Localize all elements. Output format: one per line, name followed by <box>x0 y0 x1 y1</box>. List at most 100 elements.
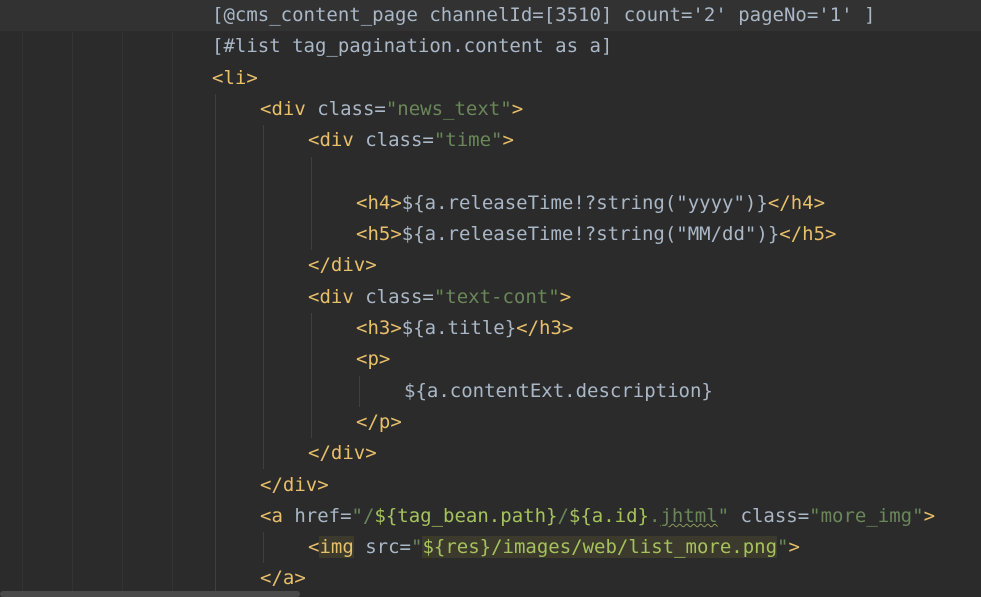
code-token: / <box>557 504 569 527</box>
code-token: <li> <box>212 66 258 89</box>
code-token: class= <box>740 504 810 527</box>
code-token: "/ <box>351 504 375 527</box>
code-line-content: </div> <box>212 474 329 496</box>
code-line-content <box>212 161 356 183</box>
code-line[interactable]: <img src="${res}/images/web/list_more.pn… <box>212 532 800 563</box>
code-line-content: </div> <box>212 254 377 276</box>
code-line-content: <div class="news_text"> <box>212 98 523 120</box>
code-line[interactable]: </p> <box>212 407 402 438</box>
code-line-content: <a href="/${tag_bean.path}/${a.id}.jhtml… <box>212 505 935 527</box>
code-token: src= <box>353 536 411 559</box>
indent-guide <box>263 125 264 470</box>
code-line-content: </p> <box>212 411 402 433</box>
code-line-content: <li> <box>212 67 258 89</box>
code-line-content: <div class="time"> <box>212 129 514 151</box>
code-token: "time" <box>433 129 503 152</box>
code-token: "more_img" <box>809 504 924 527</box>
code-editor[interactable]: [@cms_content_page channelId=[3510] coun… <box>0 0 981 597</box>
code-token: <h5> <box>356 223 402 246</box>
code-line[interactable]: <h5>${a.releaseTime!?string("MM/dd")}</h… <box>212 219 836 250</box>
code-token: </h5> <box>779 223 837 246</box>
code-line[interactable]: <div class="time"> <box>212 125 514 156</box>
code-line[interactable]: <h4>${a.releaseTime!?string("yyyy")}</h4… <box>212 188 825 219</box>
horizontal-scrollbar[interactable] <box>0 591 300 597</box>
code-line-content: <h4>${a.releaseTime!?string("yyyy")}</h4… <box>212 192 825 214</box>
indent-guide <box>359 375 360 407</box>
code-token: class= <box>365 129 434 152</box>
code-line-content: </a> <box>212 567 306 589</box>
code-token: " <box>777 536 789 559</box>
code-line-content: [@cms_content_page channelId=[3510] coun… <box>212 4 875 26</box>
code-token: <h4> <box>356 191 402 214</box>
code-line-content: </div> <box>212 442 377 464</box>
code-token: </div> <box>308 254 377 277</box>
gutter-guide-line <box>72 0 73 597</box>
code-token: </p> <box>356 410 402 433</box>
code-token: </div> <box>308 442 377 465</box>
code-line[interactable]: </div> <box>212 470 329 501</box>
code-token: " <box>410 536 423 559</box>
code-line-content: <div class="text-cont"> <box>212 286 571 308</box>
code-token: . <box>648 504 661 527</box>
code-token: ${a.contentExt.description} <box>404 379 713 402</box>
code-token: > <box>511 97 524 120</box>
code-token: < <box>308 536 320 559</box>
code-token: ${a.releaseTime!?string("MM/dd")} <box>401 223 780 246</box>
code-line[interactable]: <p> <box>212 344 390 375</box>
code-line[interactable] <box>212 157 356 188</box>
code-line[interactable]: <h3>${a.title}</h3> <box>212 313 573 344</box>
code-token: > <box>923 504 936 527</box>
code-line[interactable]: </a> <box>212 563 306 594</box>
indent-guide <box>263 532 264 564</box>
code-token: ${a.id} <box>568 504 649 527</box>
code-token: class= <box>365 285 434 308</box>
code-token: ${tag_bean.path} <box>374 504 558 527</box>
code-token: href= <box>294 504 352 527</box>
indent-guide <box>311 156 312 251</box>
code-line[interactable]: [@cms_content_page channelId=[3510] coun… <box>0 0 981 31</box>
code-token: <p> <box>356 348 391 371</box>
code-line[interactable]: <div class="news_text"> <box>212 94 523 125</box>
code-line[interactable]: </div> <box>212 438 377 469</box>
code-token: > <box>788 536 800 559</box>
code-token: jhtml <box>660 504 718 527</box>
gutter-guide-line <box>22 0 23 597</box>
code-line-content: <img src="${res}/images/web/list_more.pn… <box>212 536 800 559</box>
code-line-content: [#list tag_pagination.content as a] <box>212 35 612 57</box>
code-token: "text-cont" <box>433 285 560 308</box>
code-token: ${a.releaseTime!?string("yyyy")} <box>401 191 768 214</box>
code-token: <h3> <box>356 317 402 339</box>
code-line-content: <p> <box>212 348 390 370</box>
code-line-content: ${a.contentExt.description} <box>212 380 713 402</box>
gutter-guide-line <box>172 0 173 597</box>
code-token: </h3> <box>516 317 574 339</box>
code-line[interactable]: <li> <box>212 63 258 94</box>
code-token: ${a.title} <box>401 317 517 339</box>
code-line[interactable]: <a href="/${tag_bean.path}/${a.id}.jhtml… <box>212 501 935 532</box>
code-token: > <box>502 129 514 152</box>
indent-guide <box>215 93 216 595</box>
code-line[interactable]: </div> <box>212 250 377 281</box>
code-token: [@cms_content_page channelId=[3510] coun… <box>212 4 876 26</box>
code-line[interactable]: [#list tag_pagination.content as a] <box>212 31 612 62</box>
code-token: "news_text" <box>385 97 512 120</box>
code-token: </div> <box>260 473 329 496</box>
code-token: </a> <box>260 567 306 590</box>
code-token: ${res}/images/web/list_more.png <box>422 536 778 559</box>
code-token: </h4> <box>767 191 826 214</box>
code-token: " <box>717 504 741 527</box>
code-token: <a <box>260 504 295 527</box>
code-token: <div <box>308 129 366 152</box>
code-line[interactable]: <div class="text-cont"> <box>212 282 571 313</box>
code-token: [#list tag_pagination.content as a] <box>212 35 613 58</box>
code-line-content: <h3>${a.title}</h3> <box>212 317 573 339</box>
indent-guide <box>311 313 312 439</box>
code-token: <div <box>260 97 318 120</box>
code-token: > <box>559 285 572 308</box>
gutter-guide-line <box>122 0 123 597</box>
code-token: class= <box>317 97 386 120</box>
code-token: img <box>319 536 354 559</box>
code-token: <div <box>308 285 366 308</box>
code-line-content: <h5>${a.releaseTime!?string("MM/dd")}</h… <box>212 223 836 245</box>
code-line[interactable]: ${a.contentExt.description} <box>212 376 713 407</box>
